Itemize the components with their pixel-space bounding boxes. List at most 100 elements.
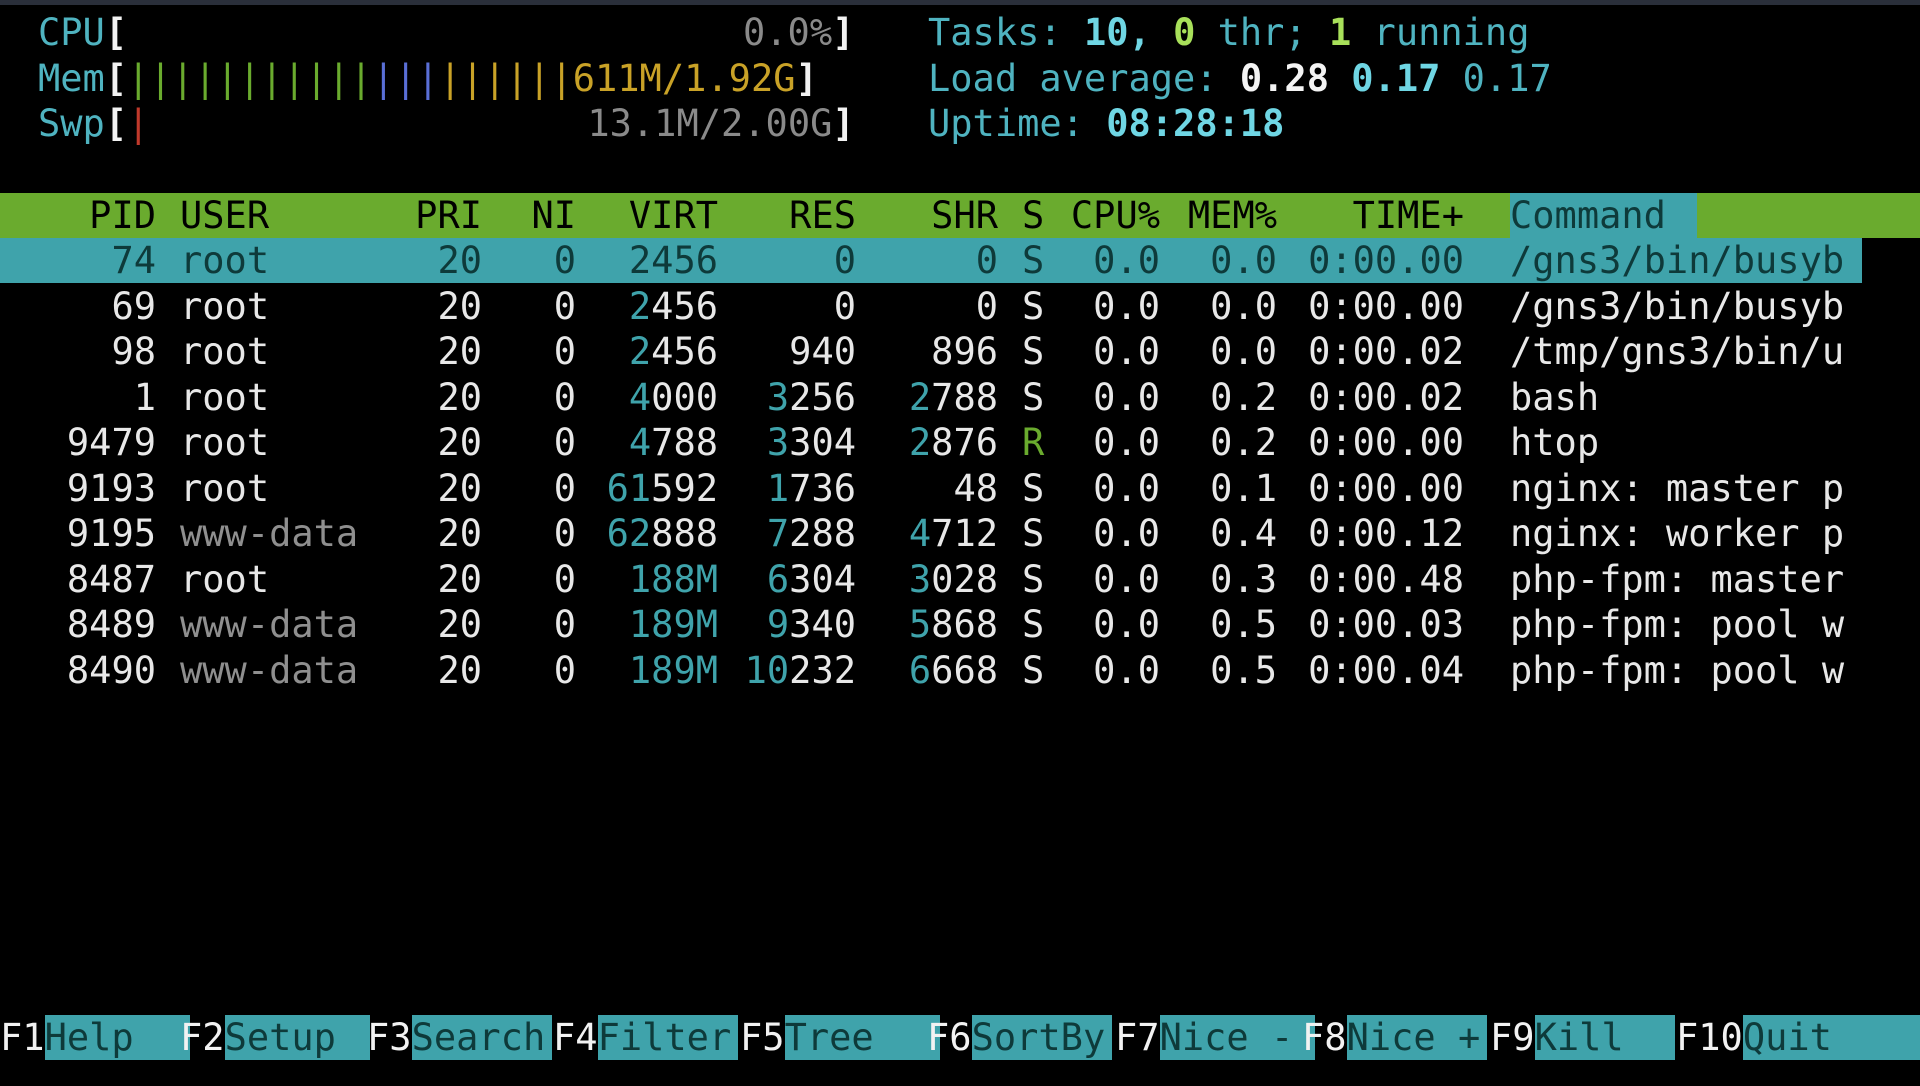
col-virt[interactable]: VIRT bbox=[590, 193, 718, 238]
process-row[interactable]: 8490 www-data 20 0 189M 10232 6668 S 0.0 0.5 0:00.… bbox=[0, 648, 1920, 693]
process-cmd: nginx: worker p bbox=[1510, 512, 1845, 555]
fkey-number: F10 bbox=[1676, 1016, 1743, 1059]
fkey-number: F3 bbox=[367, 1016, 412, 1059]
col-pri[interactable]: PRI bbox=[380, 193, 482, 238]
mem-bar-segment: | bbox=[238, 57, 261, 100]
process-time: 0:00.12 bbox=[1308, 512, 1464, 555]
process-res: 3304 bbox=[766, 421, 856, 464]
col-state[interactable]: S bbox=[1022, 193, 1052, 238]
fkey-setup[interactable]: F2Setup bbox=[180, 1015, 370, 1060]
col-cpu[interactable]: CPU% bbox=[1060, 193, 1160, 238]
process-pid: 9193 bbox=[66, 466, 156, 510]
process-row[interactable]: 9479 root 20 0 4788 3304 2876 R 0.0 0.2 0:00.00 hto… bbox=[0, 420, 1920, 465]
process-row[interactable]: 74 root 20 0 2456 0 0 S 0.0 0.0 0:00.00/gns3/bin/b… bbox=[0, 238, 1862, 283]
load-average: Load average: 0.28 0.17 0.17 bbox=[928, 57, 1552, 100]
fkey-help[interactable]: F1Help bbox=[0, 1015, 190, 1060]
col-user[interactable]: USER bbox=[180, 193, 380, 238]
process-s: S bbox=[1022, 603, 1045, 646]
process-time: 0:00.00 bbox=[1308, 284, 1464, 328]
fkey-tree[interactable]: F5Tree bbox=[740, 1015, 940, 1060]
fkey-sortby[interactable]: F6SortBy bbox=[927, 1015, 1112, 1060]
fkey-label: Help bbox=[44, 1015, 190, 1060]
process-pri: 20 bbox=[437, 648, 482, 692]
process-time: 0:00.00 bbox=[1308, 239, 1464, 282]
process-pid: 8487 bbox=[66, 557, 156, 601]
process-row[interactable]: 98 root 20 0 2456 940 896 S 0.0 0.0 0:00.02/tmp/gn… bbox=[0, 329, 1920, 374]
process-virt: 4788 bbox=[628, 421, 718, 464]
col-mem[interactable]: MEM% bbox=[1175, 193, 1277, 238]
process-ni: 0 bbox=[553, 557, 576, 601]
fkey-label: Kill bbox=[1534, 1015, 1675, 1060]
fkey-nice[interactable]: F8Nice + bbox=[1302, 1015, 1487, 1060]
process-cmd: php-fpm: pool w bbox=[1510, 648, 1845, 692]
col-pid[interactable]: PID bbox=[40, 193, 156, 238]
process-ni: 0 bbox=[553, 466, 576, 510]
process-s: S bbox=[1022, 648, 1045, 692]
col-ni[interactable]: NI bbox=[500, 193, 576, 238]
mem-bar-segment: | bbox=[149, 57, 172, 100]
process-mem: 0.0 bbox=[1210, 284, 1277, 328]
process-user: root bbox=[180, 239, 270, 282]
process-pid: 9195 bbox=[66, 512, 156, 555]
process-row[interactable]: 1 root 20 0 4000 3256 2788 S 0.0 0.2 0:00.02 bash bbox=[0, 375, 1920, 420]
process-res: 0 bbox=[833, 284, 856, 328]
process-virt: 188M bbox=[628, 557, 718, 601]
process-mem: 0.5 bbox=[1210, 648, 1277, 692]
col-res[interactable]: RES bbox=[730, 193, 856, 238]
mem-bar-segment: | bbox=[305, 57, 328, 100]
process-ni: 0 bbox=[553, 330, 576, 373]
col-time[interactable]: TIME+ bbox=[1300, 193, 1464, 238]
process-row[interactable]: 8489 www-data 20 0 189M 9340 5868 S 0.0 0.5 0:00.0… bbox=[0, 602, 1920, 647]
process-virt: 189M bbox=[628, 603, 718, 646]
process-row[interactable]: 69 root 20 0 2456 0 0 S 0.0 0.0 0:00.00/gns3/bin/b… bbox=[0, 284, 1920, 329]
process-virt: 189M bbox=[628, 648, 718, 692]
mem-meter-label: Mem bbox=[38, 57, 105, 100]
fkey-quit[interactable]: F10Quit bbox=[1676, 1015, 1920, 1060]
process-cpu: 0.0 bbox=[1093, 466, 1160, 510]
process-shr: 2788 bbox=[908, 375, 998, 419]
uptime-value: 08:28:18 bbox=[1106, 102, 1285, 145]
fkey-kill[interactable]: F9Kill bbox=[1490, 1015, 1675, 1060]
tasks-count: 10 bbox=[1083, 11, 1129, 54]
process-pri: 20 bbox=[437, 557, 482, 601]
mem-bar-segment: | bbox=[283, 57, 306, 100]
col-command[interactable]: Command bbox=[1510, 193, 1697, 238]
fkey-label: Tree bbox=[784, 1015, 940, 1060]
swap-meter-bars: | bbox=[127, 102, 150, 145]
process-cpu: 0.0 bbox=[1093, 330, 1160, 373]
process-cmd: bash bbox=[1510, 375, 1600, 419]
process-cpu: 0.0 bbox=[1093, 648, 1160, 692]
process-shr: 5868 bbox=[908, 603, 998, 646]
process-shr: 6668 bbox=[908, 648, 998, 692]
mem-bar-segment: | bbox=[461, 57, 484, 100]
fkey-nice[interactable]: F7Nice - bbox=[1115, 1015, 1315, 1060]
fkey-number: F6 bbox=[927, 1016, 972, 1059]
process-cmd: /gns3/bin/busyb bbox=[1510, 284, 1845, 328]
process-row[interactable]: 9195 www-data 20 0 62888 7288 4712 S 0.0 0.4 0:00.… bbox=[0, 511, 1920, 556]
fkey-number: F4 bbox=[553, 1016, 598, 1059]
process-time: 0:00.04 bbox=[1308, 648, 1464, 692]
process-s: S bbox=[1022, 284, 1045, 328]
window-top-edge bbox=[0, 0, 1920, 5]
process-row[interactable]: 9193 root 20 0 61592 1736 48 S 0.0 0.1 0:00.00 ngin… bbox=[0, 466, 1920, 511]
fkey-label: Search bbox=[411, 1015, 552, 1060]
process-time: 0:00.00 bbox=[1308, 421, 1464, 464]
process-table-header[interactable]: PID USER PRI NI VIRT RES SHR S CPU% MEM%… bbox=[0, 193, 1920, 238]
process-cmd: nginx: master p bbox=[1510, 466, 1845, 510]
process-pri: 20 bbox=[437, 239, 482, 282]
process-pid: 69 bbox=[111, 284, 156, 328]
swap-meter-label: Swp bbox=[38, 102, 105, 145]
process-cpu: 0.0 bbox=[1093, 239, 1160, 282]
col-shr[interactable]: SHR bbox=[870, 193, 998, 238]
function-key-bar: F1Help F2Setup F3Search F4Filter F5Tree F6Sor… bbox=[0, 1015, 1920, 1060]
fkey-label: Filter bbox=[597, 1015, 738, 1060]
fkey-search[interactable]: F3Search bbox=[367, 1015, 552, 1060]
process-res: 10232 bbox=[744, 648, 856, 692]
fkey-filter[interactable]: F4Filter bbox=[553, 1015, 738, 1060]
process-mem: 0.3 bbox=[1210, 557, 1277, 601]
process-user: root bbox=[180, 466, 270, 510]
process-res: 0 bbox=[833, 239, 856, 282]
process-row[interactable]: 8487 root 20 0 188M 6304 3028 S 0.0 0.3 0:00.48 php… bbox=[0, 557, 1920, 602]
process-ni: 0 bbox=[553, 239, 576, 282]
process-res: 6304 bbox=[766, 557, 856, 601]
